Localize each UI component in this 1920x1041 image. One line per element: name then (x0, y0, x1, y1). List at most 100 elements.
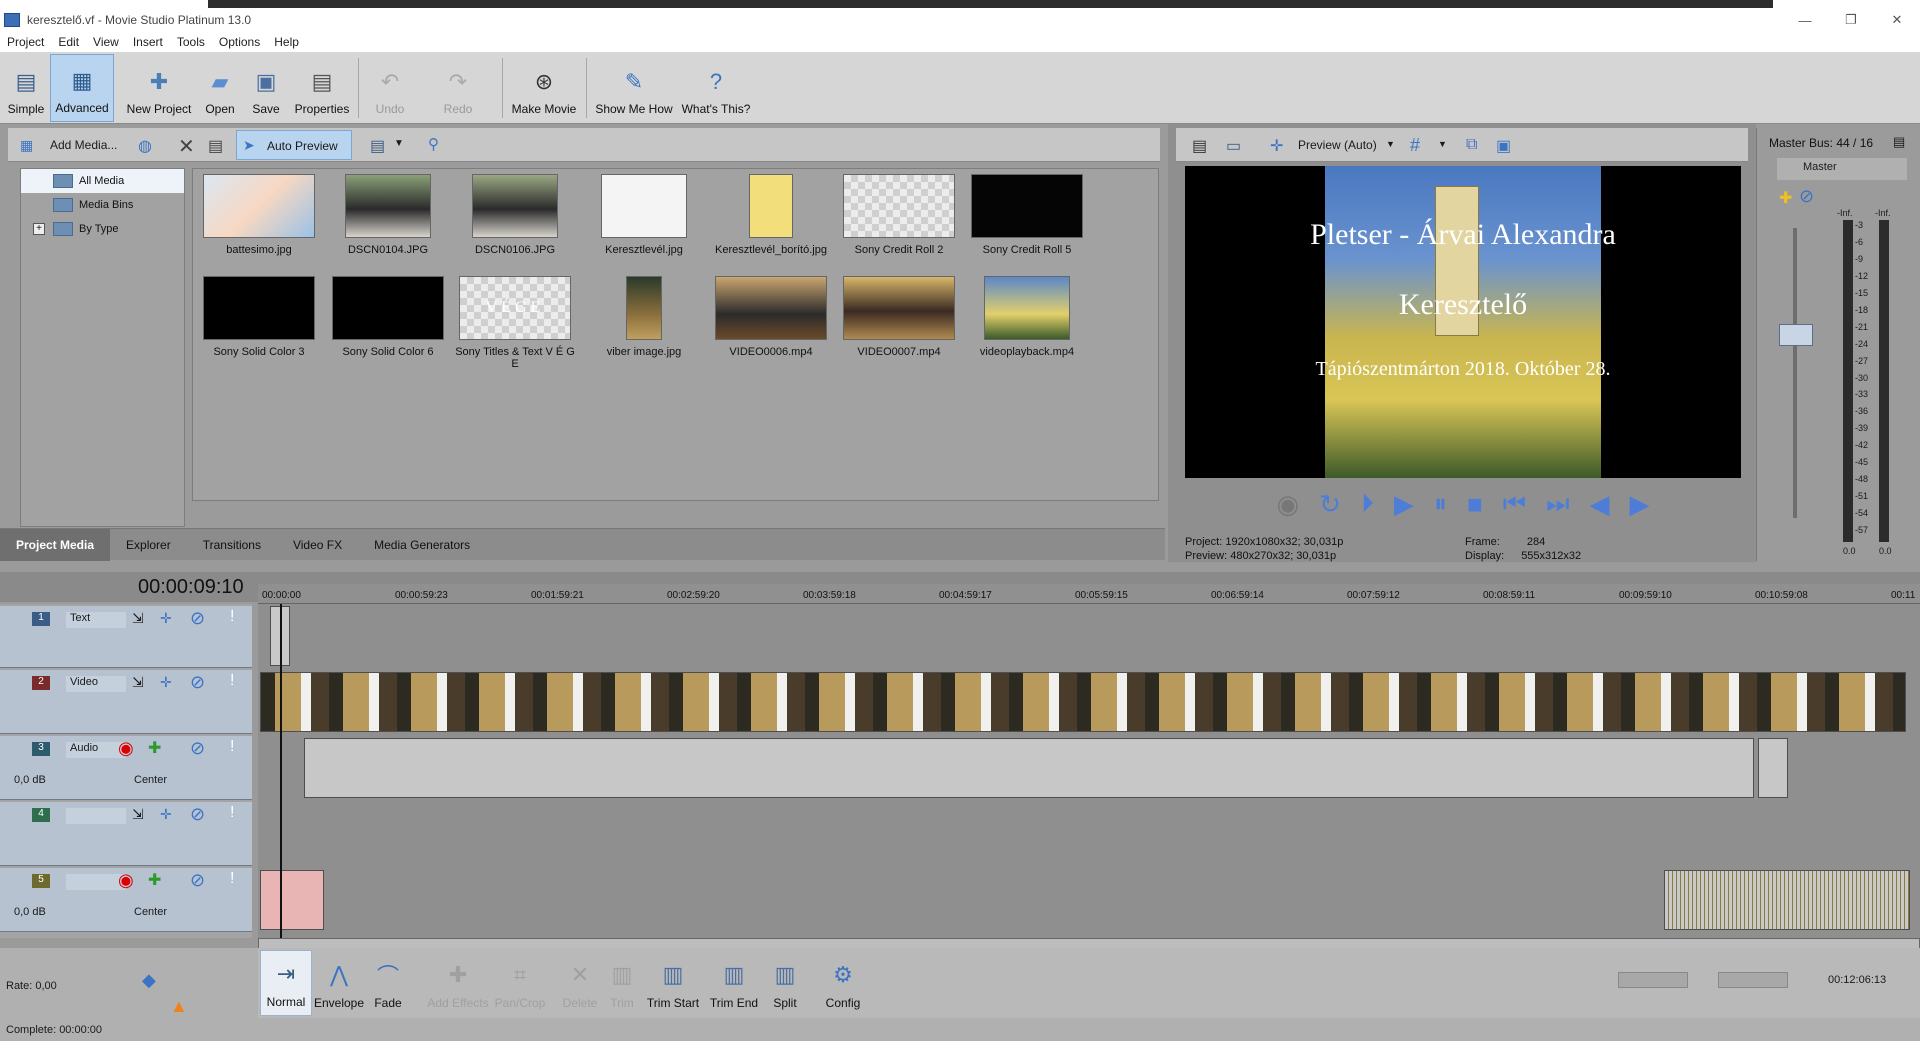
mute-icon[interactable]: ⊘ (190, 804, 205, 825)
solo-icon[interactable]: ! (230, 804, 234, 822)
solo-icon[interactable]: ! (230, 608, 234, 626)
split-button[interactable]: ▥ Split (764, 950, 806, 1016)
expand-icon[interactable]: + (33, 223, 45, 235)
menu-view[interactable]: View (86, 35, 126, 49)
record-arm-icon[interactable]: ◉ (118, 738, 134, 759)
media-thumb[interactable]: VÉGE Sony Titles & Text V É G E (451, 276, 579, 370)
track-header-5[interactable]: 5 ◉ ✚ ⊘ ! 0,0 dB Center (0, 868, 252, 932)
record-arm-icon[interactable]: ◉ (118, 870, 134, 891)
tree-item-all-media[interactable]: All Media (21, 169, 184, 193)
preview-properties-icon[interactable]: ▤ (1192, 136, 1207, 156)
track-fx-icon[interactable]: ✚ (148, 870, 161, 890)
track-motion-icon[interactable]: ⇲ (132, 610, 144, 627)
preview-quality-select[interactable]: Preview (Auto) (1298, 138, 1377, 152)
go-to-start-icon[interactable]: ⏮ (1503, 488, 1526, 520)
save-snapshot-icon[interactable]: ▣ (1496, 136, 1511, 156)
open-button[interactable]: ▰ Open (200, 54, 240, 122)
zoom-slider[interactable] (1618, 972, 1688, 988)
audio-clip[interactable] (1664, 870, 1910, 930)
envelope-tool-button[interactable]: ⋀ Envelope (314, 950, 364, 1016)
menu-options[interactable]: Options (212, 35, 267, 49)
undo-button[interactable]: ↶ Undo (366, 54, 414, 122)
mute-icon[interactable]: ⊘ (190, 870, 205, 891)
audio-clip[interactable] (1758, 738, 1788, 798)
trim-button[interactable]: ▥ Trim (602, 950, 642, 1016)
timeline-tracks[interactable] (258, 604, 1920, 938)
media-thumb[interactable]: Sony Solid Color 3 (195, 276, 323, 358)
track-header-video[interactable]: 2 Video ⇲ ✛ ⊘ ! (0, 670, 252, 734)
track-header-audio[interactable]: 3 Audio ◉ ✚ ⊘ ! 0,0 dB Center (0, 736, 252, 800)
media-thumb[interactable]: DSCN0106.JPG (451, 174, 579, 256)
playhead[interactable] (280, 604, 282, 938)
video-clip[interactable] (260, 672, 1906, 732)
tab-media-generators[interactable]: Media Generators (358, 529, 486, 561)
menu-help[interactable]: Help (267, 35, 306, 49)
new-project-button[interactable]: ✚ New Project (124, 54, 194, 122)
loop-icon[interactable]: ↻ (1319, 489, 1341, 520)
timeline-ruler[interactable]: 00:00:00 00:00:59:23 00:01:59:21 00:02:5… (258, 584, 1920, 604)
tab-explorer[interactable]: Explorer (110, 529, 187, 561)
view-icon[interactable]: ▤ (370, 136, 385, 156)
mute-icon[interactable]: ⊘ (1799, 186, 1814, 207)
track-motion-icon[interactable]: ⇲ (132, 806, 144, 823)
media-thumb[interactable]: battesimo.jpg (195, 174, 323, 256)
simple-button[interactable]: ▤ Simple (4, 54, 48, 122)
volume-fader[interactable] (1779, 324, 1813, 346)
chevron-down-icon[interactable]: ▼ (394, 138, 404, 149)
track-fx-icon[interactable]: ✚ (148, 738, 161, 758)
media-thumb[interactable]: Sony Credit Roll 2 (835, 174, 963, 256)
track-header-4[interactable]: 4 ⇲ ✛ ⊘ ! (0, 802, 252, 866)
show-me-how-button[interactable]: ✎ Show Me How (592, 54, 676, 122)
track-motion-icon[interactable]: ⇲ (132, 674, 144, 691)
rate-slider-thumb[interactable]: ▲ (170, 996, 188, 1017)
fx-icon[interactable]: ✚ (1779, 188, 1792, 208)
media-thumb[interactable]: VIDEO0006.mp4 (707, 276, 835, 358)
track-header-text[interactable]: 1 Text ⇲ ✛ ⊘ ! (0, 606, 252, 668)
redo-button[interactable]: ↷ Redo (434, 54, 482, 122)
media-properties-icon[interactable]: ▤ (208, 136, 223, 156)
track-fx-icon[interactable]: ✛ (160, 674, 172, 691)
tree-item-media-bins[interactable]: Media Bins (21, 193, 184, 217)
media-thumb[interactable]: Sony Credit Roll 5 (963, 174, 1091, 256)
config-button[interactable]: ⚙ Config (820, 950, 866, 1016)
go-to-end-icon[interactable]: ⏭ (1546, 488, 1569, 520)
minimize-button[interactable]: — (1782, 8, 1828, 32)
search-icon[interactable]: ⚲ (428, 135, 439, 153)
media-thumb[interactable]: Keresztlevél_borító.jpg (707, 174, 835, 256)
audio-clip[interactable] (260, 870, 324, 930)
next-frame-icon[interactable]: ▶ (1630, 489, 1650, 520)
monitor-icon[interactable]: ▭ (1226, 136, 1241, 156)
split-screen-icon[interactable]: ✛ (1270, 136, 1283, 156)
maximize-button[interactable]: ❐ (1828, 8, 1874, 32)
media-thumb[interactable]: viber image.jpg (580, 276, 708, 358)
solo-icon[interactable]: ! (230, 672, 234, 690)
media-thumb[interactable]: Keresztlevél.jpg (580, 174, 708, 256)
delete-button[interactable]: ✕ Delete (558, 950, 602, 1016)
media-thumb[interactable]: Sony Solid Color 6 (324, 276, 452, 358)
add-media-button[interactable]: Add Media... (50, 138, 117, 152)
menu-insert[interactable]: Insert (126, 35, 170, 49)
close-button[interactable]: ✕ (1874, 8, 1920, 32)
shuttle-icon[interactable]: ◆ (142, 970, 156, 991)
audio-clip[interactable] (304, 738, 1754, 798)
zoom-slider[interactable] (1718, 972, 1788, 988)
mute-icon[interactable]: ⊘ (190, 672, 205, 693)
chevron-down-icon[interactable]: ▼ (1438, 139, 1447, 149)
tab-transitions[interactable]: Transitions (187, 529, 277, 561)
tab-project-media[interactable]: Project Media (0, 528, 111, 561)
copy-snapshot-icon[interactable]: ⧉ (1466, 136, 1477, 154)
pause-icon[interactable]: ⏸ (1434, 488, 1447, 520)
save-button[interactable]: ▣ Save (246, 54, 286, 122)
tree-item-by-type[interactable]: + By Type (21, 217, 184, 241)
record-icon[interactable]: ◉ (1276, 489, 1299, 520)
play-from-start-icon[interactable]: ⏵ (1361, 488, 1374, 520)
tab-video-fx[interactable]: Video FX (277, 529, 358, 561)
play-icon[interactable]: ▶ (1394, 489, 1414, 520)
chevron-down-icon[interactable]: ▼ (1386, 139, 1395, 149)
whats-this-button[interactable]: ? What's This? (680, 54, 752, 122)
solo-icon[interactable]: ! (230, 870, 234, 888)
grid-icon[interactable]: # (1410, 135, 1420, 156)
auto-preview-button[interactable]: ➤ Auto Preview (236, 130, 352, 160)
remove-icon[interactable]: ✕ (178, 134, 195, 159)
media-thumb[interactable]: videoplayback.mp4 (963, 276, 1091, 358)
